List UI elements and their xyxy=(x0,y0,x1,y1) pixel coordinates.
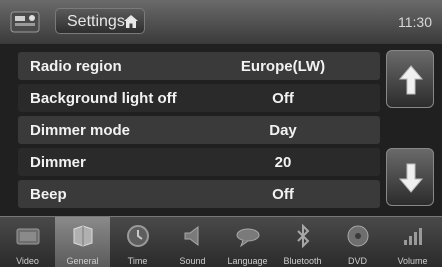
speaker-icon xyxy=(184,226,199,246)
bluetooth-icon xyxy=(297,223,310,249)
general-icon xyxy=(73,225,93,247)
arrow-down-icon xyxy=(399,163,423,193)
volume-icon xyxy=(404,228,422,245)
tab-video[interactable]: Video xyxy=(0,217,55,267)
tab-language[interactable]: Language xyxy=(220,217,275,267)
setting-label: Dimmer mode xyxy=(30,122,131,139)
setting-row-dimmer-mode[interactable]: Dimmer mode Day xyxy=(18,116,380,144)
setting-row-dimmer[interactable]: Dimmer 20 xyxy=(18,148,380,176)
setting-value[interactable]: 20 xyxy=(193,154,373,171)
tab-volume[interactable]: Volume xyxy=(385,217,440,267)
home-icon xyxy=(124,15,138,28)
video-icon xyxy=(16,228,40,245)
setting-label: Radio region xyxy=(30,58,122,75)
tab-label: Time xyxy=(127,256,148,266)
bottom-tab-bar: Video General Time Sound Language Blueto… xyxy=(0,216,442,267)
arrow-up-icon xyxy=(399,65,423,95)
setting-value[interactable]: Off xyxy=(193,186,373,203)
setting-label: Beep xyxy=(30,186,67,203)
tab-label: Language xyxy=(227,256,268,266)
scroll-up-button[interactable] xyxy=(386,50,434,108)
tab-sound[interactable]: Sound xyxy=(165,217,220,267)
tab-label: Sound xyxy=(179,256,206,266)
tab-bluetooth[interactable]: Bluetooth xyxy=(275,217,330,267)
tab-label: Volume xyxy=(397,256,428,266)
disc-icon xyxy=(347,225,369,247)
page-title: Settings xyxy=(67,13,125,30)
tab-label: Bluetooth xyxy=(283,256,322,266)
setting-row-background-light-off[interactable]: Background light off Off xyxy=(18,84,380,112)
setting-label: Dimmer xyxy=(30,154,86,171)
setting-row-radio-region[interactable]: Radio region Europe(LW) xyxy=(18,52,380,80)
tab-label: DVD xyxy=(347,256,367,266)
tab-general[interactable]: General xyxy=(55,217,110,267)
clock-time: 11:30 xyxy=(398,14,432,30)
tab-time[interactable]: Time xyxy=(110,217,165,267)
setting-label: Background light off xyxy=(30,90,177,107)
settings-list: Radio region Europe(LW) Background light… xyxy=(18,50,380,212)
setting-value[interactable]: Europe(LW) xyxy=(193,58,373,75)
top-bar: Settings 11:30 xyxy=(0,0,442,44)
language-icon xyxy=(236,228,260,248)
tab-label: General xyxy=(66,256,99,266)
tab-label: Video xyxy=(16,256,39,266)
setting-value[interactable]: Day xyxy=(193,122,373,139)
tab-dvd[interactable]: DVD xyxy=(330,217,385,267)
setting-value[interactable]: Off xyxy=(193,90,373,107)
settings-title-button[interactable]: Settings xyxy=(55,8,145,34)
settings-app-icon[interactable] xyxy=(10,9,40,35)
scroll-down-button[interactable] xyxy=(386,148,434,206)
settings-screen: Settings 11:30 Radio region Europe(LW) B… xyxy=(0,0,442,267)
clock-icon xyxy=(127,225,149,247)
setting-row-beep[interactable]: Beep Off xyxy=(18,180,380,208)
